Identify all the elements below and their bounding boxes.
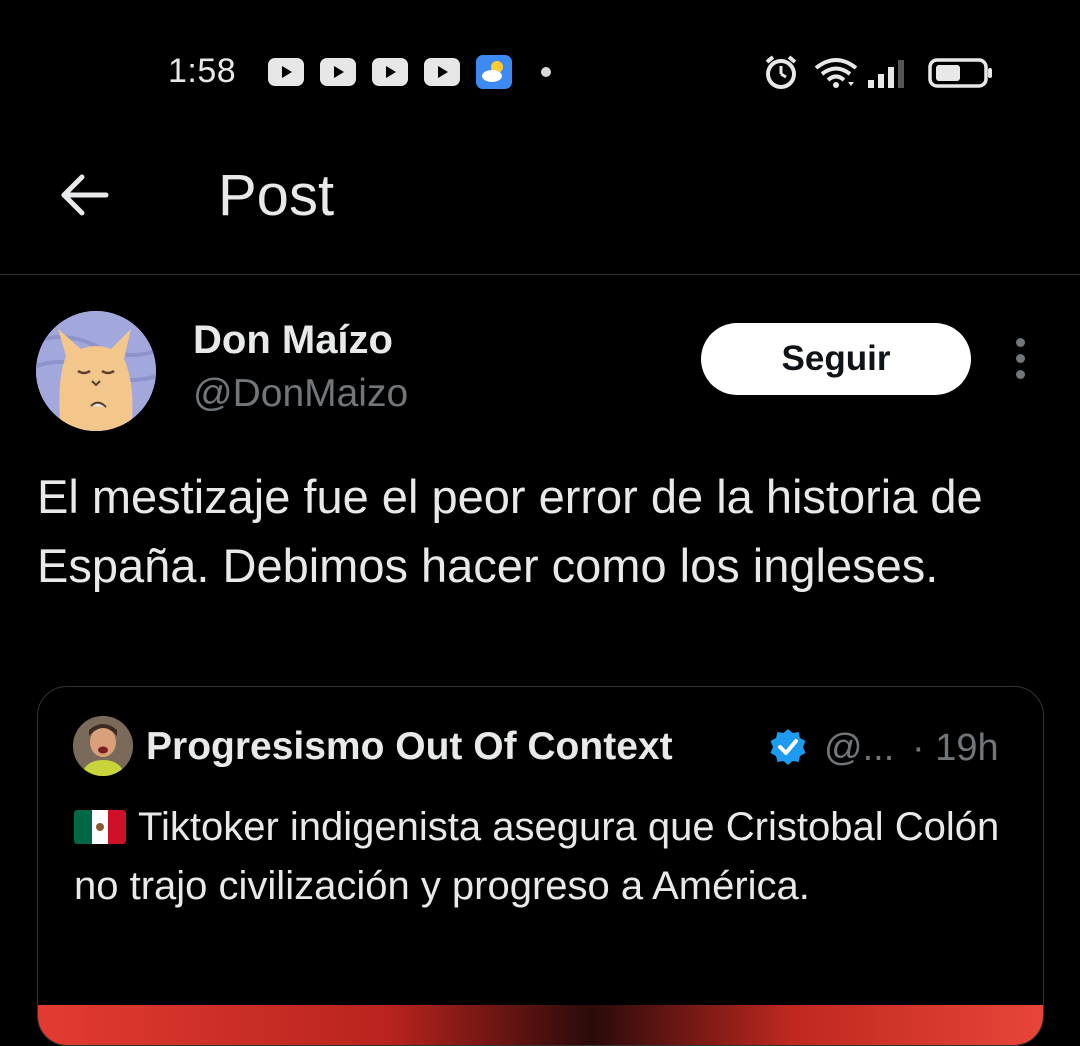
quoted-post-text: Tiktoker indigenista asegura que Cristob… xyxy=(74,798,1024,916)
youtube-icon xyxy=(372,58,408,86)
more-vertical-icon[interactable] xyxy=(1007,338,1033,384)
status-bar: 1:58 xyxy=(0,0,1080,145)
author-handle[interactable]: @DonMaizo xyxy=(193,372,408,416)
quoted-author-avatar[interactable] xyxy=(73,716,133,776)
quoted-post-body: Tiktoker indigenista asegura que Cristob… xyxy=(74,805,1000,908)
youtube-icon xyxy=(268,58,304,86)
youtube-icon xyxy=(320,58,356,86)
youtube-icon xyxy=(424,58,460,86)
quoted-author-name[interactable]: Progresismo Out Of Context xyxy=(146,725,673,769)
author-name[interactable]: Don Maízo xyxy=(193,318,393,363)
weather-icon xyxy=(476,55,512,89)
wifi-icon xyxy=(814,58,858,88)
page-title: Post xyxy=(218,163,335,228)
battery-icon xyxy=(928,58,992,88)
verified-badge-icon xyxy=(770,729,806,765)
follow-button[interactable]: Seguir xyxy=(701,323,971,395)
top-app-bar: Post xyxy=(0,145,1080,275)
notification-dot xyxy=(541,67,551,77)
person-avatar-icon xyxy=(73,716,133,776)
quoted-author-handle: @... xyxy=(824,727,895,769)
post-text: El mestizaje fue el peor error de la his… xyxy=(37,470,983,592)
status-time: 1:58 xyxy=(168,52,237,90)
cat-avatar-icon xyxy=(36,311,156,431)
signal-icon xyxy=(868,60,904,88)
back-arrow-icon[interactable] xyxy=(56,167,112,223)
quoted-post-time: · 19h xyxy=(912,727,999,769)
alarm-icon xyxy=(765,55,797,89)
author-avatar[interactable] xyxy=(36,311,156,431)
quoted-post-media[interactable] xyxy=(38,1005,1043,1045)
quoted-post-card[interactable]: Progresismo Out Of Context @... · 19h Ti… xyxy=(37,686,1044,1046)
mexico-flag-icon xyxy=(74,810,126,844)
